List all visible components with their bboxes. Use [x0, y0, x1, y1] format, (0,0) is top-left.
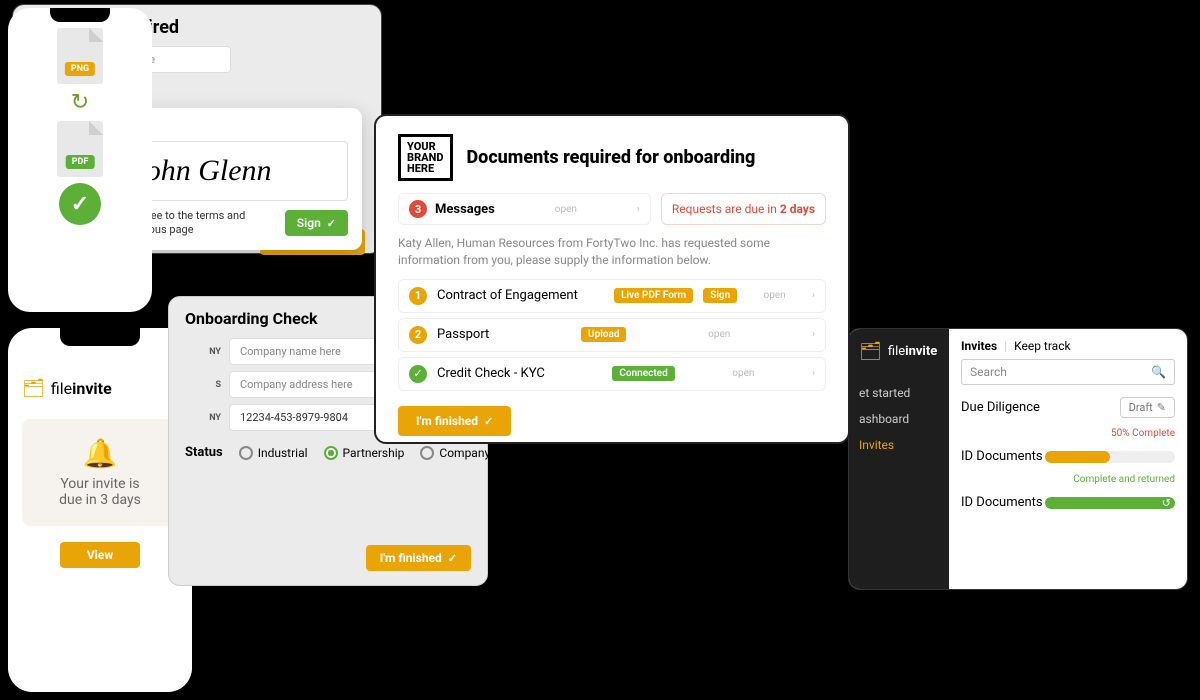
view-button[interactable]: View: [60, 542, 140, 568]
progress-bar: [1045, 451, 1175, 463]
sign-button[interactable]: Sign: [285, 210, 348, 236]
invite-row-id-docs-2[interactable]: Complete and returned ID Documents ↺: [961, 474, 1175, 510]
tab-invites[interactable]: Invites: [961, 339, 997, 353]
status-radio-industrial[interactable]: Industrial: [239, 446, 308, 460]
im-finished-button[interactable]: I'm finished: [398, 406, 511, 436]
onboarding-title: Documents required for onboarding: [467, 147, 756, 168]
phone-notch: [60, 328, 140, 346]
dashboard-sidebar: 🗂fileinvite et started ashboard Invites: [849, 329, 949, 589]
chevron-right-icon: ›: [812, 329, 815, 340]
folder-icon: 🗂: [22, 378, 45, 399]
search-icon: 🔍: [1151, 365, 1166, 379]
status-label: Status: [185, 445, 223, 460]
draft-button[interactable]: Draft✎: [1120, 397, 1175, 418]
done-check-icon: ✓: [409, 365, 427, 383]
due-warning: Requests are due in 2 days: [661, 193, 826, 225]
messages-row[interactable]: 3 Messages open ›: [398, 193, 651, 225]
undo-icon: ↺: [1162, 497, 1171, 509]
dashboard-card: 🗂fileinvite et started ashboard Invites …: [848, 328, 1188, 590]
chevron-right-icon: ›: [812, 290, 815, 301]
tag-live-pdf: Live PDF Form: [614, 288, 693, 303]
request-row-passport[interactable]: 2 Passport Upload open›: [398, 318, 826, 352]
status-radio-partnership[interactable]: Partnership: [324, 446, 405, 460]
status-radio-company[interactable]: Company: [420, 446, 490, 460]
tab-keep-track[interactable]: Keep track: [1014, 339, 1070, 353]
chevron-right-icon: ›: [812, 368, 815, 379]
nav-invites[interactable]: Invites: [859, 432, 939, 458]
invite-due-box: 🔔 Your invite isdue in 3 days: [22, 419, 178, 526]
success-check-icon: ✓: [59, 183, 101, 225]
request-description: Katy Allen, Human Resources from FortyTw…: [398, 235, 826, 269]
phone-convert: PNG ↻ PDF ✓: [0, 0, 160, 320]
dashboard-tabs: Invites | Keep track: [961, 339, 1175, 353]
invite-row-due-diligence[interactable]: Due Diligence Draft✎: [961, 397, 1175, 418]
bell-icon: 🔔: [32, 437, 168, 470]
messages-count-badge: 3: [409, 200, 427, 218]
fileinvite-logo: 🗂 fileinvite: [22, 378, 178, 399]
tag-upload: Upload: [581, 327, 626, 342]
nav-dashboard[interactable]: ashboard: [859, 406, 939, 432]
search-input[interactable]: Search 🔍: [961, 359, 1175, 385]
invite-row-id-docs-1[interactable]: 50% Complete ID Documents: [961, 428, 1175, 464]
convert-icon: ↻: [71, 90, 89, 115]
chevron-right-icon: ›: [637, 204, 640, 215]
im-finished-button[interactable]: I'm finished: [366, 545, 471, 571]
request-row-contract[interactable]: 1 Contract of Engagement Live PDF Form S…: [398, 279, 826, 313]
pdf-file-icon: PDF: [57, 121, 103, 177]
tag-sign: Sign: [703, 288, 737, 303]
progress-bar: ↺: [1045, 497, 1175, 509]
onboarding-main-card: YOUR BRAND HERE Documents required for o…: [374, 114, 850, 444]
phone-notch: [50, 8, 110, 22]
brand-placeholder: YOUR BRAND HERE: [398, 134, 453, 181]
png-file-icon: PNG: [57, 28, 103, 84]
request-row-credit[interactable]: ✓ Credit Check - KYC Connected open›: [398, 357, 826, 391]
nav-get-started[interactable]: et started: [859, 380, 939, 406]
fileinvite-logo: 🗂fileinvite: [859, 341, 939, 362]
pencil-icon: ✎: [1157, 401, 1166, 414]
tag-connected: Connected: [612, 366, 674, 381]
folder-icon: 🗂: [859, 341, 882, 362]
